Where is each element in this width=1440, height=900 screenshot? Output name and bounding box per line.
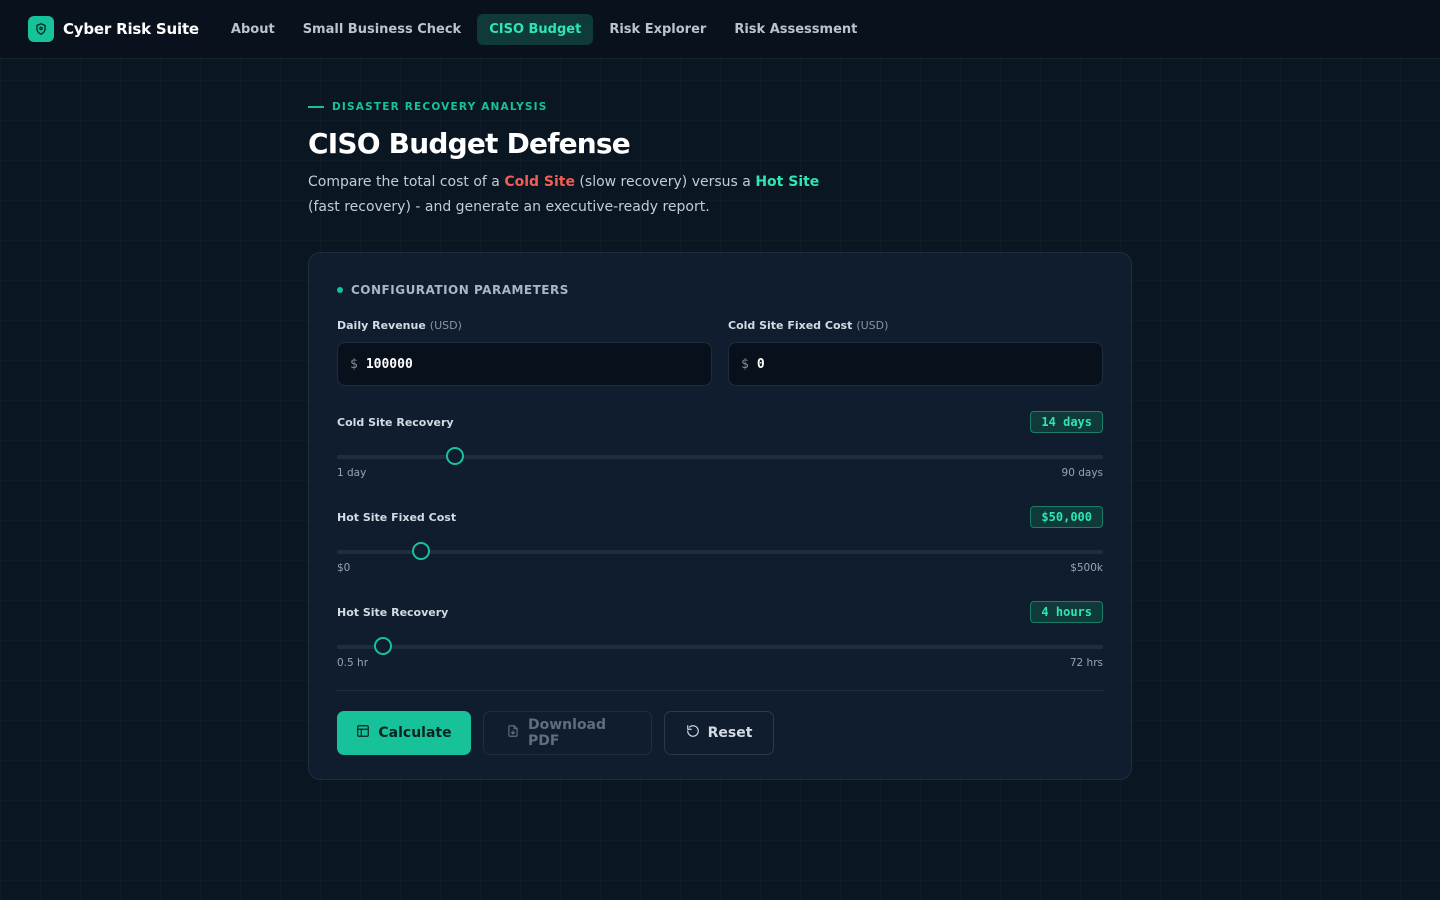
cold-site-fixed-cost-unit: (USD) — [856, 319, 889, 332]
daily-revenue-field: Daily Revenue (USD) $ — [337, 319, 712, 386]
daily-revenue-unit: (USD) — [429, 319, 462, 332]
daily-revenue-input-box[interactable]: $ — [337, 342, 712, 386]
range-min: 0.5 hr — [337, 657, 369, 669]
desc-middle: (slow recovery) versus a — [574, 174, 756, 190]
calculate-button[interactable]: Calculate — [337, 711, 471, 755]
slider-track[interactable] — [337, 550, 1103, 554]
inputs-row: Daily Revenue(USD) $ Cold Site Fixed Cos… — [337, 319, 1103, 386]
range-max: $500k — [1070, 562, 1103, 574]
top-nav: Cyber Risk Suite About Small Business Ch… — [0, 0, 1440, 59]
daily-revenue-label: Daily Revenue (USD) — [337, 319, 712, 333]
brand[interactable]: Cyber Risk Suite — [28, 16, 199, 42]
slider-head: Cold Site Recovery 14 days — [337, 411, 1103, 433]
nav-link-ciso-budget[interactable]: CISO Budget — [477, 13, 594, 45]
divider — [337, 690, 1103, 691]
daily-revenue-input[interactable] — [365, 356, 699, 372]
hot-site-fixed-cost-slider-block: Hot Site Fixed Cost $50,000 $0 $500k — [337, 506, 1103, 576]
hot-site-fixed-cost-label: Hot Site Fixed Cost — [337, 510, 457, 524]
range-min: 1 day — [337, 467, 367, 479]
calculator-icon — [356, 724, 370, 742]
dollar-icon: $ — [350, 356, 358, 372]
reset-button[interactable]: Reset — [664, 711, 774, 755]
range-labels: 0.5 hr 72 hrs — [337, 657, 1103, 671]
dollar-icon: $ — [741, 356, 749, 372]
file-download-icon — [506, 724, 520, 742]
slider-head: Hot Site Fixed Cost $50,000 — [337, 506, 1103, 528]
nav-link-risk-assessment[interactable]: Risk Assessment — [722, 14, 869, 45]
nav-links: About Small Business Check CISO Budget R… — [219, 13, 869, 45]
dot-icon — [337, 287, 343, 293]
desc-prefix: Compare the total cost of a — [308, 174, 505, 190]
range-max: 90 days — [1061, 467, 1103, 479]
cold-site-recovery-value-badge: 14 days — [1030, 411, 1103, 433]
download-pdf-button[interactable]: Download PDF — [483, 711, 652, 755]
calculate-label: Calculate — [378, 725, 452, 741]
cold-site-fixed-cost-label: Cold Site Fixed Cost (USD) — [728, 319, 1103, 333]
page-description: Compare the total cost of a Cold Site (s… — [308, 170, 838, 220]
download-pdf-label: Download PDF — [528, 717, 607, 749]
page-title: CISO Budget Defense — [308, 127, 631, 160]
cold-site-recovery-slider-block: Cold Site Recovery 14 days 1 day 90 days — [337, 411, 1103, 481]
hot-site-fixed-cost-value-badge: $50,000 — [1030, 506, 1103, 528]
desc-cold-site: Cold Site — [504, 174, 575, 190]
eyebrow-line — [308, 106, 324, 108]
section-title: CONFIGURATION PARAMETERS — [351, 283, 569, 297]
range-min: $0 — [337, 562, 351, 574]
eyebrow-text: DISASTER RECOVERY ANALYSIS — [332, 101, 548, 113]
brand-name: Cyber Risk Suite — [63, 20, 199, 38]
slider-thumb[interactable] — [373, 637, 392, 655]
cold-site-recovery-slider[interactable] — [337, 447, 1103, 467]
desc-suffix: (fast recovery) - and generate an execut… — [308, 199, 710, 215]
cold-site-fixed-cost-label-text: Cold Site Fixed Cost — [728, 319, 853, 332]
slider-track[interactable] — [337, 645, 1103, 649]
slider-head: Hot Site Recovery 4 hours — [337, 601, 1103, 623]
hot-site-recovery-slider[interactable] — [337, 637, 1103, 657]
main-content: DISASTER RECOVERY ANALYSIS CISO Budget D… — [308, 59, 1132, 780]
section-header: CONFIGURATION PARAMETERS — [337, 282, 1103, 298]
hot-site-recovery-label: Hot Site Recovery — [337, 605, 449, 619]
desc-hot-site: Hot Site — [755, 174, 820, 190]
eyebrow: DISASTER RECOVERY ANALYSIS — [308, 100, 1132, 114]
refresh-icon — [686, 724, 700, 742]
cold-site-fixed-cost-field: Cold Site Fixed Cost (USD) $ — [728, 319, 1103, 386]
nav-link-about[interactable]: About — [219, 14, 287, 45]
hot-site-recovery-slider-block: Hot Site Recovery 4 hours 0.5 hr 72 hrs — [337, 601, 1103, 671]
hot-site-fixed-cost-slider[interactable] — [337, 542, 1103, 562]
slider-thumb[interactable] — [412, 542, 431, 560]
nav-link-risk-explorer[interactable]: Risk Explorer — [597, 14, 718, 45]
range-labels: 1 day 90 days — [337, 467, 1103, 481]
range-labels: $0 $500k — [337, 562, 1103, 576]
range-max: 72 hrs — [1069, 657, 1103, 669]
reset-label: Reset — [707, 725, 753, 741]
action-buttons: Calculate Download PDF Reset — [337, 711, 1103, 755]
nav-link-small-business-check[interactable]: Small Business Check — [291, 14, 474, 45]
cold-site-recovery-label: Cold Site Recovery — [337, 415, 454, 429]
cold-site-fixed-cost-input-box[interactable]: $ — [728, 342, 1103, 386]
daily-revenue-label-text: Daily Revenue — [337, 319, 426, 332]
config-card: CONFIGURATION PARAMETERS Daily Revenue (U… — [308, 252, 1132, 780]
hot-site-recovery-value-badge: 4 hours — [1030, 601, 1103, 623]
cold-site-fixed-cost-input[interactable] — [756, 356, 1090, 372]
shield-icon — [28, 16, 54, 42]
slider-thumb[interactable] — [445, 447, 464, 465]
